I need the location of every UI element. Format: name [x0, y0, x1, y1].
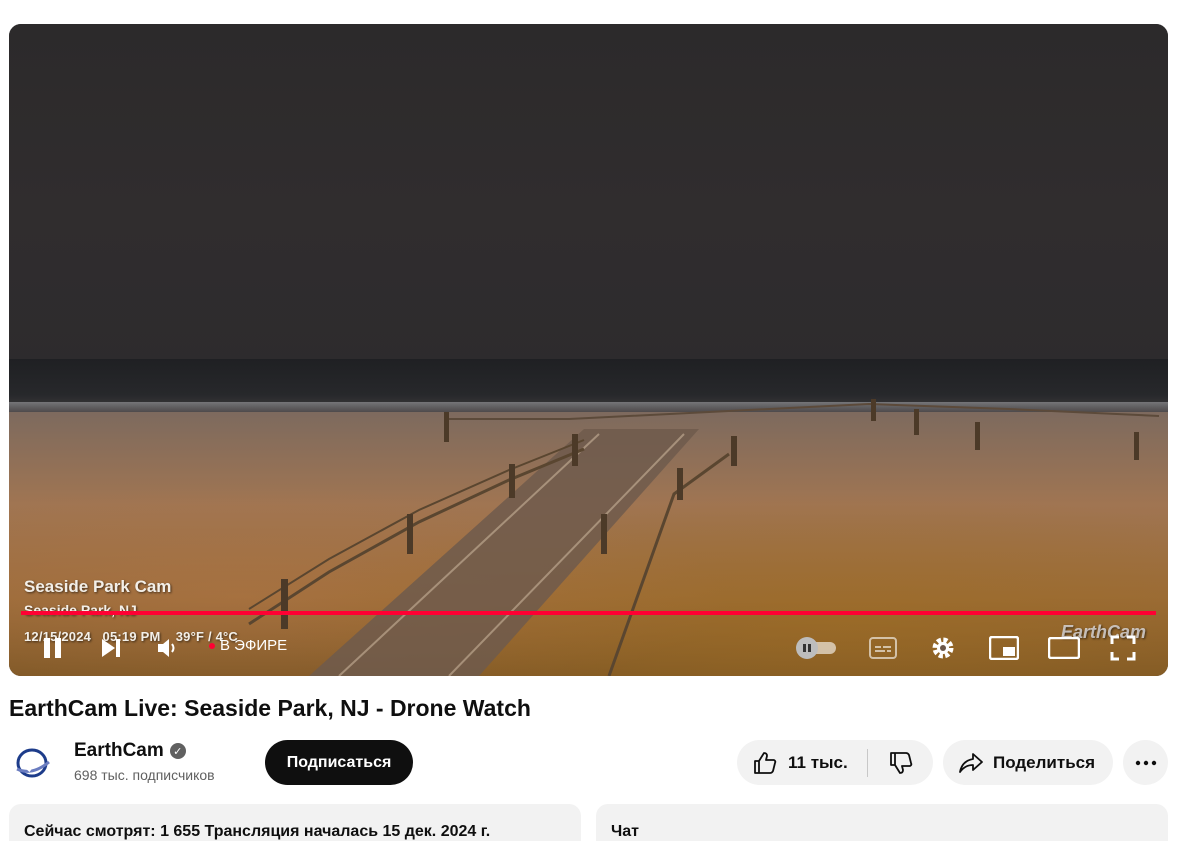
subtitles-icon: [869, 637, 897, 659]
like-dislike-group: 11 тыс.: [737, 740, 933, 785]
cam-title: Seaside Park Cam: [24, 577, 172, 596]
volume-icon: [158, 639, 175, 657]
live-indicator[interactable]: В ЭФИРЕ: [209, 637, 287, 654]
video-title: EarthCam Live: Seaside Park, NJ - Drone …: [9, 695, 531, 721]
boardwalk-drawing: [248, 399, 1160, 676]
channel-name[interactable]: EarthCam ✓: [74, 740, 186, 762]
verified-check-icon: ✓: [169, 743, 186, 759]
share-label: Поделиться: [993, 752, 1096, 772]
like-button[interactable]: 11 тыс.: [737, 740, 867, 785]
cam-location: Seaside Park, NJ: [24, 602, 137, 618]
pause-button[interactable]: [33, 628, 73, 668]
video-frame: [9, 24, 1168, 676]
gear-icon: [932, 637, 954, 659]
progress-bar[interactable]: [21, 611, 1156, 615]
pause-small-icon: [803, 644, 811, 652]
next-button[interactable]: [91, 628, 131, 668]
subscriber-count: 698 тыс. подписчиков: [74, 767, 215, 783]
more-horizontal-icon: [1135, 760, 1156, 765]
thumbs-up-icon: [754, 751, 777, 774]
chat-panel[interactable]: Чат: [596, 804, 1168, 841]
theater-mode-icon: [1048, 637, 1080, 659]
fullscreen-icon: [1110, 635, 1136, 661]
live-label: В ЭФИРЕ: [220, 637, 288, 654]
viewers-and-start-info: Сейчас смотрят: 1 655 Трансляция началас…: [24, 823, 491, 840]
channel-name-text: EarthCam: [74, 740, 164, 761]
pause-icon: [44, 638, 61, 658]
thumbs-down-icon: [889, 751, 912, 774]
autoplay-knob: [796, 637, 818, 659]
subtitles-button[interactable]: [863, 628, 903, 668]
live-dot-icon: [209, 642, 215, 649]
chat-title: Чат: [611, 823, 639, 840]
miniplayer-button[interactable]: [984, 628, 1024, 668]
miniplayer-icon: [989, 636, 1019, 660]
theater-mode-button[interactable]: [1044, 628, 1084, 668]
subscribe-button[interactable]: Подписаться: [265, 740, 413, 785]
dislike-button[interactable]: [868, 740, 933, 785]
share-icon: [959, 752, 983, 773]
mute-button[interactable]: [148, 628, 188, 668]
settings-button[interactable]: [923, 628, 963, 668]
player-controls: В ЭФИРЕ: [9, 624, 1168, 672]
like-count: 11 тыс.: [788, 752, 848, 772]
more-actions-button[interactable]: [1123, 740, 1168, 785]
share-button[interactable]: Поделиться: [943, 740, 1113, 785]
skip-next-icon: [102, 639, 120, 657]
channel-avatar[interactable]: [11, 742, 53, 784]
fullscreen-button[interactable]: [1103, 628, 1143, 668]
video-player[interactable]: Seaside Park Cam Seaside Park, NJ 12/15/…: [9, 24, 1168, 676]
description-box[interactable]: Сейчас смотрят: 1 655 Трансляция началас…: [9, 804, 581, 841]
earthcam-logo-icon: [16, 748, 50, 778]
autoplay-toggle[interactable]: [796, 637, 838, 659]
